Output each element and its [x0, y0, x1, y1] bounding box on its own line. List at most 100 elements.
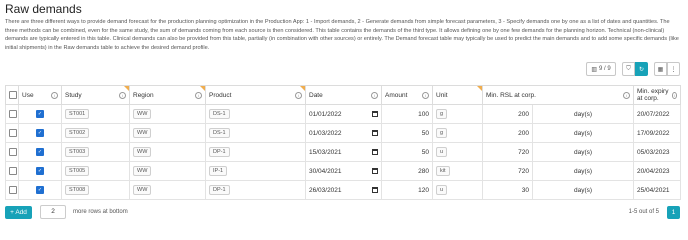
product-cell[interactable]: DS-1	[205, 104, 306, 124]
amount-cell[interactable]: 50	[381, 142, 433, 162]
region-cell[interactable]: WW	[129, 104, 206, 124]
date-value[interactable]: 26/03/2021	[309, 187, 342, 194]
region-cell[interactable]: WW	[129, 123, 206, 143]
study-cell[interactable]: ST001	[61, 104, 130, 124]
study-tag[interactable]: ST002	[65, 128, 90, 138]
info-icon[interactable]: i	[119, 91, 126, 99]
more-options-button[interactable]: ⋮	[667, 62, 680, 76]
unit-cell[interactable]: u	[432, 180, 483, 200]
refresh-button[interactable]: ↻	[635, 62, 648, 76]
product-cell[interactable]: IP-1	[205, 161, 306, 181]
region-cell[interactable]: WW	[129, 142, 206, 162]
study-tag[interactable]: ST005	[65, 166, 90, 176]
date-value[interactable]: 01/03/2022	[309, 130, 342, 137]
region-tag[interactable]: WW	[133, 109, 152, 119]
row-select-checkbox[interactable]	[9, 129, 17, 137]
table-view-button[interactable]: ▦	[654, 62, 667, 76]
unit-tag[interactable]: u	[436, 147, 448, 157]
amount-cell[interactable]: 280	[381, 161, 433, 181]
region-cell[interactable]: WW	[129, 161, 206, 181]
column-header-region[interactable]: Region i	[129, 85, 206, 105]
table-row[interactable]: ✓ ST005 WW IP-1 30/04/2021 280 kit 720 day(s) 20/…	[5, 161, 681, 181]
date-cell[interactable]: 30/04/2021	[305, 161, 382, 181]
rsl-cell[interactable]: 720	[482, 161, 533, 181]
info-icon[interactable]: i	[295, 91, 302, 99]
calendar-icon[interactable]	[372, 111, 378, 117]
region-tag[interactable]: WW	[133, 185, 152, 195]
region-cell[interactable]: WW	[129, 180, 206, 200]
table-row[interactable]: ✓ ST008 WW DP-1 26/03/2021 120 u 30 day(s) 25/04/…	[5, 180, 681, 200]
unit-cell[interactable]: u	[432, 142, 483, 162]
info-icon[interactable]: i	[51, 91, 58, 99]
unit-tag[interactable]: u	[436, 185, 448, 195]
page-button[interactable]: 1	[667, 205, 680, 219]
unit-cell[interactable]: g	[432, 104, 483, 124]
product-tag[interactable]: DS-1	[209, 128, 230, 138]
column-header-min-rsl[interactable]: Min. RSL at corp. i	[481, 85, 635, 105]
filter-button[interactable]: ⛉	[622, 62, 635, 76]
row-select-checkbox[interactable]	[9, 148, 17, 156]
product-cell[interactable]: DP-1	[205, 180, 306, 200]
info-icon[interactable]: i	[623, 91, 631, 99]
amount-cell[interactable]: 100	[381, 104, 433, 124]
amount-cell[interactable]: 50	[381, 123, 433, 143]
calendar-icon[interactable]	[372, 187, 378, 193]
date-value[interactable]: 01/01/2022	[309, 111, 342, 118]
date-value[interactable]: 15/03/2021	[309, 149, 342, 156]
table-row[interactable]: ✓ ST002 WW DS-1 01/03/2022 50 g 200 day(s) 17/09/…	[5, 123, 681, 143]
study-cell[interactable]: ST005	[61, 161, 130, 181]
use-checkbox[interactable]: ✓	[36, 186, 44, 194]
info-icon[interactable]: i	[195, 91, 202, 99]
region-tag[interactable]: WW	[133, 128, 152, 138]
study-tag[interactable]: ST008	[65, 185, 90, 195]
columns-visibility-button[interactable]: ▥ 9 / 9	[586, 62, 616, 76]
column-header-unit[interactable]: Unit	[432, 85, 483, 105]
column-header-date[interactable]: Date i	[305, 85, 382, 105]
use-checkbox[interactable]: ✓	[36, 167, 44, 175]
use-checkbox[interactable]: ✓	[36, 129, 44, 137]
rsl-cell[interactable]: 30	[482, 180, 533, 200]
calendar-icon[interactable]	[372, 130, 378, 136]
rsl-cell[interactable]: 200	[482, 123, 533, 143]
table-row[interactable]: ✓ ST001 WW DS-1 01/01/2022 100 g 200 day(s) 20/07…	[5, 104, 681, 124]
amount-cell[interactable]: 120	[381, 180, 433, 200]
date-cell[interactable]: 01/01/2022	[305, 104, 382, 124]
region-tag[interactable]: WW	[133, 147, 152, 157]
rsl-cell[interactable]: 720	[482, 142, 533, 162]
column-header-study[interactable]: Study i	[61, 85, 130, 105]
date-cell[interactable]: 26/03/2021	[305, 180, 382, 200]
unit-tag[interactable]: g	[436, 109, 448, 119]
info-icon[interactable]: i	[422, 91, 429, 99]
product-tag[interactable]: IP-1	[209, 166, 228, 176]
rows-count-input[interactable]: 2	[40, 205, 66, 219]
date-cell[interactable]: 01/03/2022	[305, 123, 382, 143]
row-select-checkbox[interactable]	[9, 167, 17, 175]
unit-cell[interactable]: g	[432, 123, 483, 143]
row-select-checkbox[interactable]	[9, 186, 17, 194]
calendar-icon[interactable]	[372, 168, 378, 174]
table-row[interactable]: ✓ ST003 WW DP-1 15/03/2021 50 u 720 day(s) 05/03/…	[5, 142, 681, 162]
product-cell[interactable]: DP-1	[205, 142, 306, 162]
column-header-min-expiry[interactable]: Min. expiry at corp. i	[633, 85, 681, 105]
use-checkbox[interactable]: ✓	[36, 110, 44, 118]
region-tag[interactable]: WW	[133, 166, 152, 176]
add-button[interactable]: + Add	[5, 205, 32, 219]
column-header-product[interactable]: Product i	[205, 85, 306, 105]
column-header-use[interactable]: Use i	[18, 85, 62, 105]
calendar-icon[interactable]	[372, 149, 378, 155]
product-tag[interactable]: DS-1	[209, 109, 230, 119]
unit-tag[interactable]: kit	[436, 166, 450, 176]
info-icon[interactable]: i	[371, 91, 378, 99]
row-select-checkbox[interactable]	[9, 110, 17, 118]
unit-cell[interactable]: kit	[432, 161, 483, 181]
use-checkbox[interactable]: ✓	[36, 148, 44, 156]
date-cell[interactable]: 15/03/2021	[305, 142, 382, 162]
info-icon[interactable]: i	[671, 91, 677, 99]
unit-tag[interactable]: g	[436, 128, 448, 138]
study-tag[interactable]: ST001	[65, 109, 90, 119]
product-tag[interactable]: DP-1	[209, 147, 230, 157]
study-tag[interactable]: ST003	[65, 147, 90, 157]
study-cell[interactable]: ST003	[61, 142, 130, 162]
product-cell[interactable]: DS-1	[205, 123, 306, 143]
select-all-checkbox[interactable]	[9, 91, 17, 99]
